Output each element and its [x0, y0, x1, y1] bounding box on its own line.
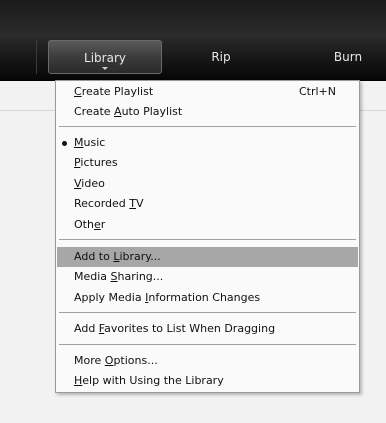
menu-item-label: Help with Using the Library: [74, 374, 224, 387]
menu-divider: [59, 239, 356, 240]
title-strip: [0, 0, 386, 34]
menu-item-other[interactable]: Other: [57, 215, 358, 235]
menu-item-label: More Options...: [74, 354, 158, 367]
menu-item-label: Add to Library...: [74, 250, 161, 263]
menu-divider: [59, 312, 356, 313]
shortcut-label: Ctrl+N: [298, 85, 336, 98]
menu-item-music[interactable]: Music: [57, 133, 358, 153]
menu-item-label: Add Favorites to List When Dragging: [74, 322, 276, 335]
menu-item-label: Pictures: [74, 156, 118, 169]
tab-library[interactable]: Library: [48, 40, 162, 74]
menu-item-label: Recorded TV: [74, 197, 144, 210]
menu-item-pictures[interactable]: Pictures: [57, 153, 358, 173]
menu-item-label: Create Playlist: [74, 85, 154, 98]
chevron-down-icon[interactable]: [102, 67, 108, 70]
menu-item-media-sharing[interactable]: Media Sharing...: [57, 267, 358, 287]
tab-rip[interactable]: Rip: [196, 40, 246, 74]
menu-item-recorded-tv[interactable]: Recorded TV: [57, 194, 358, 214]
menu-item-label: Apply Media Information Changes: [74, 291, 261, 304]
menu-item-label: Media Sharing...: [74, 270, 164, 283]
tab-burn-label: Burn: [333, 50, 363, 64]
menu-divider: [59, 126, 356, 127]
menu-item-more-options[interactable]: More Options...: [57, 351, 358, 371]
menu-item-video[interactable]: Video: [57, 174, 358, 194]
menu-item-help[interactable]: Help with Using the Library: [57, 371, 358, 391]
menu-item-create-playlist[interactable]: Create Playlist Ctrl+N: [57, 82, 358, 102]
menu-item-add-favorites[interactable]: Add Favorites to List When Dragging: [57, 319, 358, 339]
menu-item-add-to-library[interactable]: Add to Library...: [57, 247, 358, 267]
menu-item-label: Video: [74, 177, 105, 190]
menu-item-create-auto-playlist[interactable]: Create Auto Playlist: [57, 102, 358, 122]
menu-item-label: Other: [74, 218, 106, 231]
library-dropdown-menu: Create Playlist Ctrl+N Create Auto Playl…: [55, 80, 360, 393]
tab-separator: [36, 40, 37, 74]
tab-library-label: Library: [84, 51, 126, 65]
menu-item-apply-media-info[interactable]: Apply Media Information Changes: [57, 288, 358, 308]
tab-bar: Library Rip Burn: [0, 34, 386, 81]
menu-item-label: Music: [74, 136, 106, 149]
tab-rip-label: Rip: [211, 50, 231, 64]
tab-burn[interactable]: Burn: [318, 40, 378, 74]
selected-bullet-icon: [62, 141, 67, 146]
menu-item-label: Create Auto Playlist: [74, 105, 183, 118]
menu-divider: [59, 344, 356, 345]
